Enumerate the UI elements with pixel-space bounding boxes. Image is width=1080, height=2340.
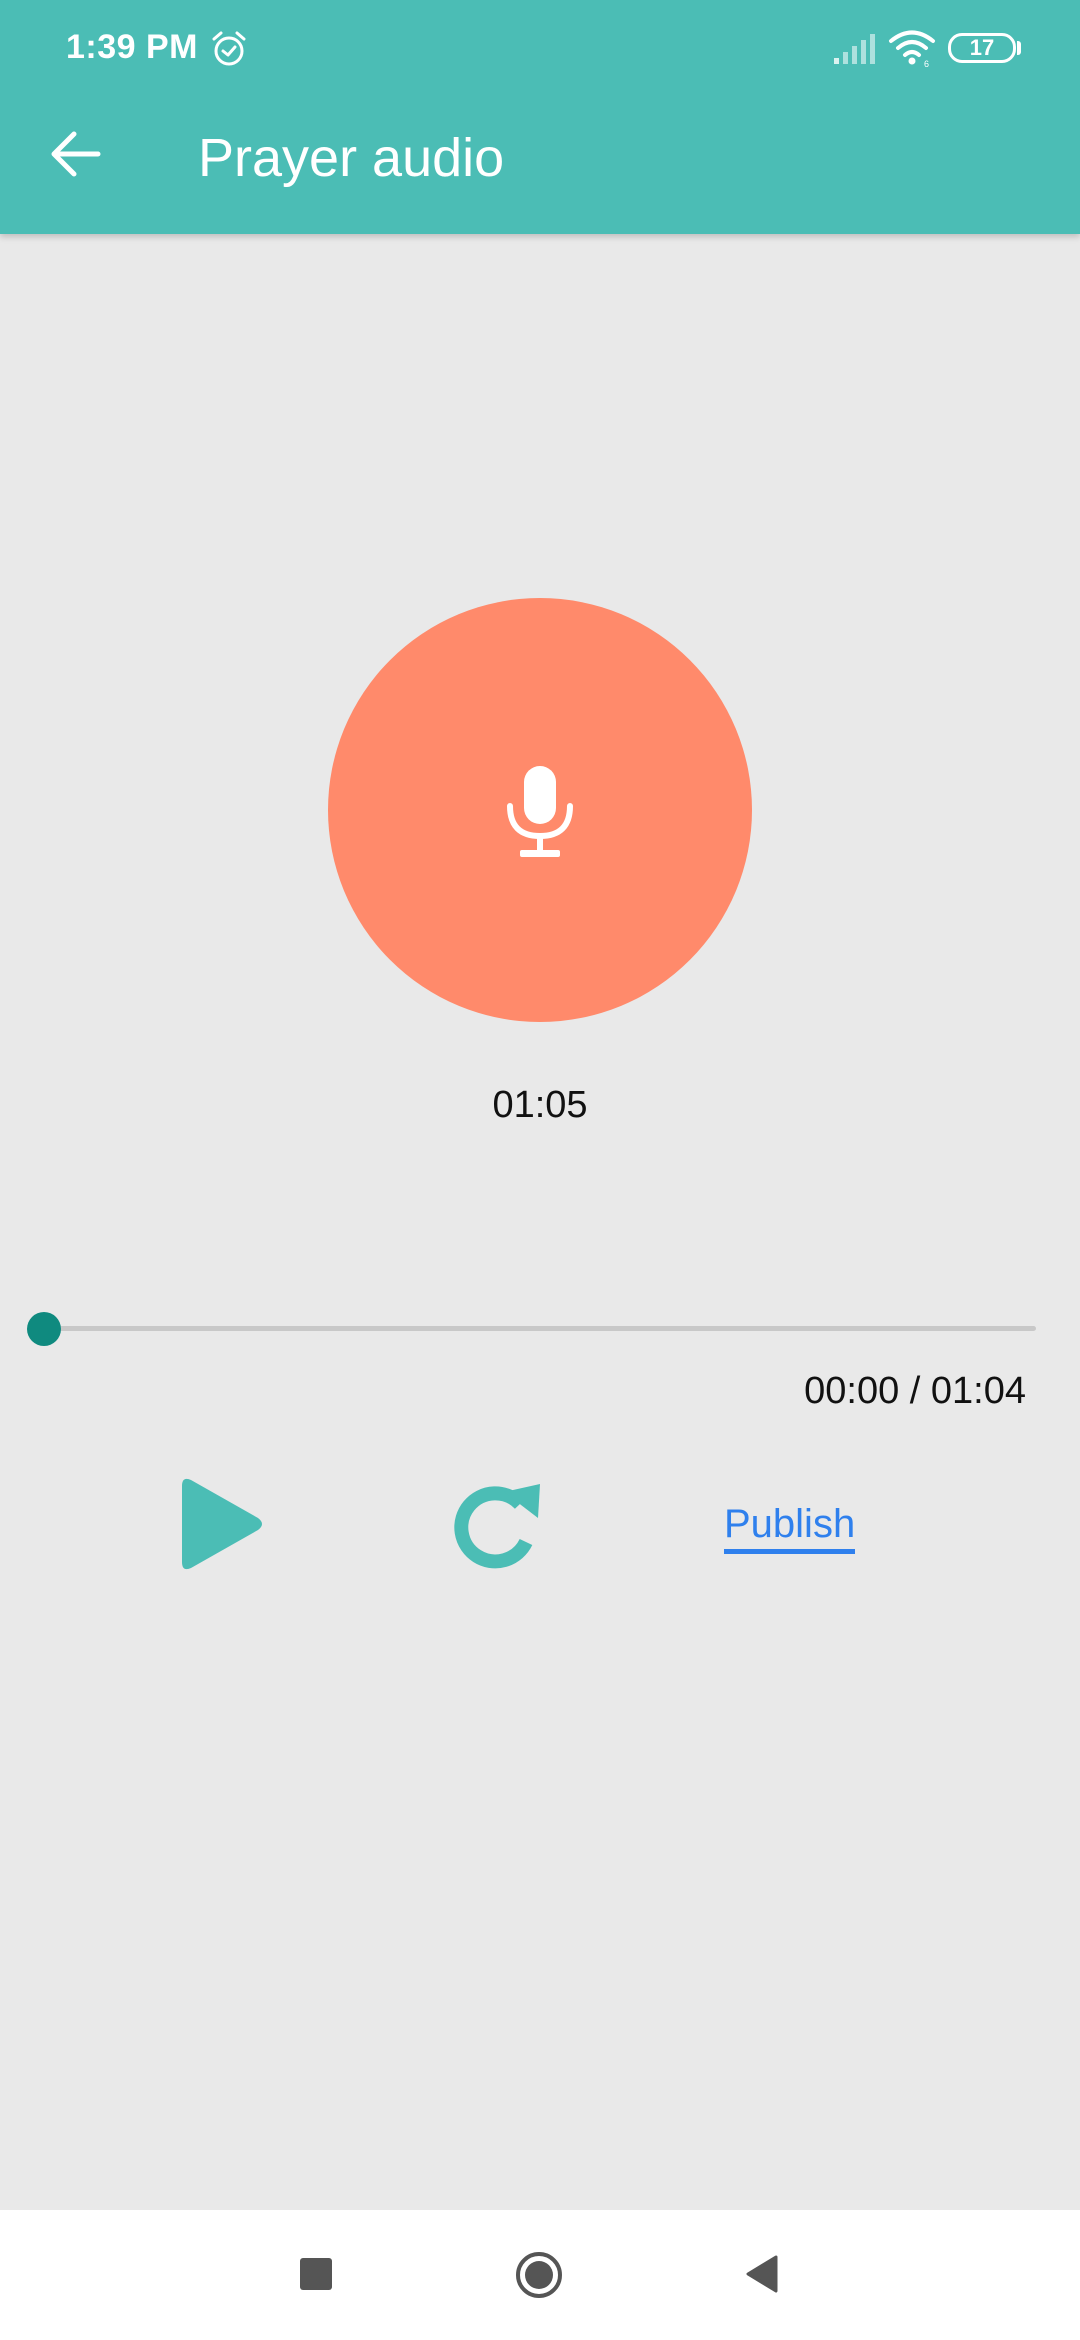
microphone-icon	[507, 766, 573, 857]
status-bar: 1:39 PM 6 17	[0, 0, 1080, 100]
recording-timer: 01:05	[492, 1084, 588, 1126]
play-icon[interactable]	[174, 1474, 268, 1574]
navigation-bar	[0, 2210, 1080, 2340]
home-icon[interactable]	[514, 2250, 564, 2300]
alarm-icon	[212, 31, 246, 66]
status-time: 1:39 PM	[66, 28, 198, 66]
battery-tip	[1017, 41, 1021, 55]
svg-text:6: 6	[924, 59, 929, 68]
wifi-icon: 6	[889, 30, 935, 68]
replay-icon[interactable]	[448, 1478, 544, 1574]
playback-time: 00:00 / 01:04	[804, 1370, 1026, 1412]
signal-icon	[834, 34, 875, 64]
recent-apps-icon[interactable]	[300, 2258, 332, 2290]
arrow-left-icon[interactable]	[44, 122, 108, 186]
seek-thumb[interactable]	[27, 1312, 61, 1346]
page-title: Prayer audio	[198, 128, 505, 188]
battery-icon: 17	[948, 33, 1016, 63]
publish-button[interactable]: Publish	[724, 1502, 856, 1554]
record-button[interactable]	[328, 598, 752, 1022]
back-icon[interactable]	[744, 2254, 780, 2294]
battery-level: 17	[969, 35, 995, 60]
seek-bar[interactable]	[44, 1326, 1036, 1331]
app-bar: 1:39 PM 6 17 Prayer audio	[0, 0, 1080, 234]
